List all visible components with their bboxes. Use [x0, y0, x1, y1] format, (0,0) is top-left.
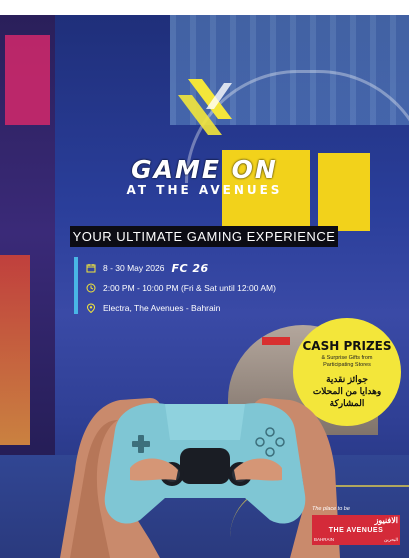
footer-brand: THE AVENUES [328, 527, 384, 534]
footer-brand-arabic: الافنيوز [374, 516, 398, 525]
footer-location-ar: البحرين [383, 537, 398, 542]
footer-location: BAHRAIN البحرين [314, 537, 398, 543]
controller-center [180, 448, 230, 484]
footer-tagline: The place to be [312, 506, 350, 512]
footer-location-en: BAHRAIN [314, 537, 335, 542]
hands-holding-controller [60, 398, 340, 558]
